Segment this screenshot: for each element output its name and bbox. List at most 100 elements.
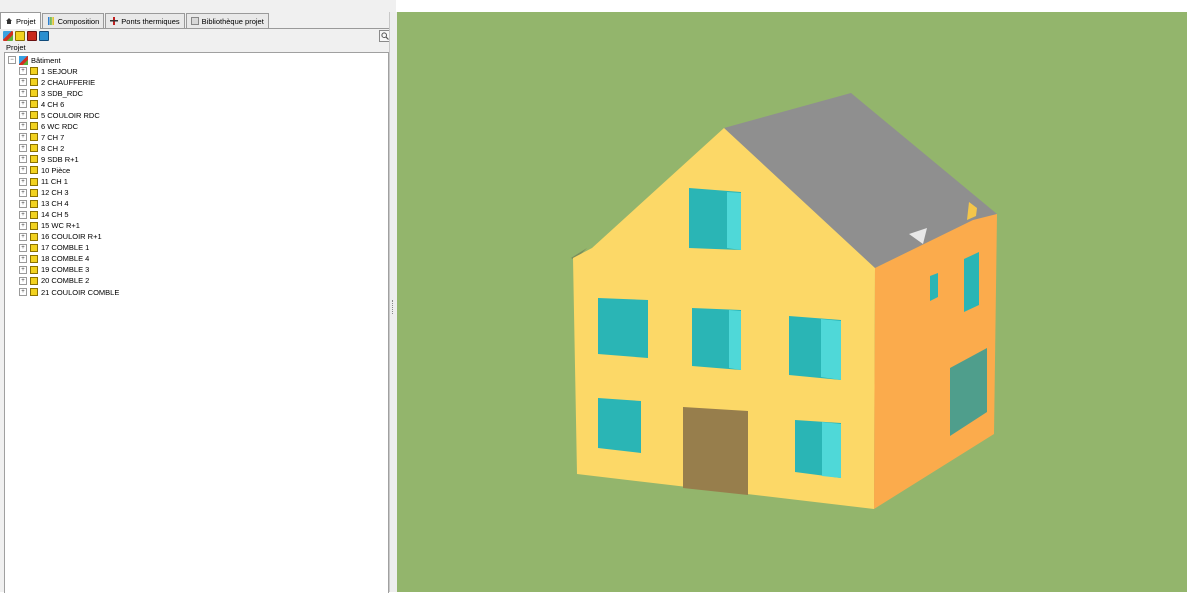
expand-icon[interactable]: + — [19, 243, 27, 252]
house-3d-model — [397, 12, 1187, 592]
expand-icon[interactable]: + — [19, 155, 27, 164]
room-icon[interactable] — [15, 30, 25, 41]
tree-item[interactable]: +17 COMBLE 1 — [19, 243, 89, 253]
room-icon — [30, 144, 38, 153]
tree-label: Bâtiment — [31, 55, 61, 65]
tab-bibliotheque-projet[interactable]: Bibliothèque projet — [185, 13, 269, 28]
room-icon — [30, 276, 38, 285]
tree-item[interactable]: +19 COMBLE 3 — [19, 265, 89, 275]
tree-label: 17 COMBLE 1 — [41, 243, 90, 253]
tree-item[interactable]: +13 CH 4 — [19, 199, 69, 209]
tree-label: 7 CH 7 — [41, 132, 65, 142]
expand-icon[interactable]: + — [19, 177, 27, 186]
toolbar — [0, 29, 397, 42]
room-icon — [30, 243, 38, 252]
room-icon — [30, 166, 38, 175]
expand-icon[interactable]: + — [19, 144, 27, 153]
tree-label: 6 WC RDC — [41, 121, 79, 131]
tab-composition[interactable]: Composition — [41, 13, 105, 28]
window-icon[interactable] — [39, 30, 49, 41]
layers-icon — [47, 17, 54, 25]
window — [930, 273, 938, 301]
room-icon — [30, 100, 38, 109]
expand-icon[interactable]: + — [19, 89, 27, 98]
building-icon[interactable] — [3, 30, 13, 41]
tree-item[interactable]: +4 CH 6 — [19, 99, 64, 109]
zone-icon[interactable] — [27, 30, 37, 41]
tree-item[interactable]: +6 WC RDC — [19, 121, 78, 131]
tree-item[interactable]: +14 CH 5 — [19, 210, 69, 220]
tree-item[interactable]: +15 WC R+1 — [19, 221, 80, 231]
expand-icon[interactable]: + — [19, 100, 27, 109]
expand-icon[interactable]: + — [19, 166, 27, 175]
expand-icon[interactable]: + — [19, 265, 27, 274]
house-icon — [6, 18, 12, 24]
expand-icon[interactable]: + — [19, 232, 27, 241]
tree-label: 12 CH 3 — [41, 188, 69, 198]
tree-item[interactable]: +9 SDB R+1 — [19, 154, 79, 164]
expand-icon[interactable]: + — [19, 288, 27, 296]
tree-label: 20 COMBLE 2 — [41, 276, 90, 286]
room-icon — [30, 210, 38, 219]
collapse-icon[interactable]: − — [8, 56, 16, 64]
tree-item[interactable]: +2 CHAUFFERIE — [19, 77, 95, 87]
expand-icon[interactable]: + — [19, 111, 27, 120]
tree-item[interactable]: +1 SEJOUR — [19, 66, 78, 76]
window — [964, 252, 979, 312]
tree-item[interactable]: +20 COMBLE 2 — [19, 276, 89, 286]
tree-item[interactable]: +5 COULOIR RDC — [19, 110, 100, 120]
tree-label: 2 CHAUFFERIE — [41, 77, 96, 87]
tab-label: Composition — [57, 16, 100, 26]
expand-icon[interactable]: + — [19, 210, 27, 219]
expand-icon[interactable]: + — [19, 254, 27, 263]
tree-item[interactable]: +10 Pièce — [19, 165, 70, 175]
room-icon — [30, 89, 38, 98]
tree-label: 18 COMBLE 4 — [41, 254, 90, 264]
tree-item[interactable]: +8 CH 2 — [19, 143, 64, 153]
expand-icon[interactable]: + — [19, 221, 27, 230]
panel-label: Projet — [6, 43, 26, 52]
expand-icon[interactable]: + — [19, 78, 27, 87]
tab-ponts-thermiques[interactable]: Ponts thermiques — [105, 13, 185, 28]
tree-root-batiment[interactable]: − Bâtiment — [8, 55, 61, 65]
magnifier-icon — [381, 32, 389, 40]
project-panel: Projet Composition Ponts thermiques Bibl… — [0, 0, 397, 593]
tree-label: 4 CH 6 — [41, 99, 65, 109]
3d-viewport[interactable] — [397, 12, 1187, 592]
project-tree[interactable]: − Bâtiment +1 SEJOUR +2 CHAUFFERIE +3 SDB_RD… — [4, 52, 389, 593]
tree-label: 15 WC R+1 — [41, 221, 80, 231]
window-glass — [822, 422, 841, 478]
expand-icon[interactable]: + — [19, 199, 27, 208]
tab-label: Bibliothèque projet — [201, 16, 264, 26]
splitter-grip[interactable] — [392, 300, 395, 314]
tree-item[interactable]: +16 COULOIR R+1 — [19, 232, 102, 242]
tree-item[interactable]: +21 COULOIR COMBLE — [19, 287, 119, 297]
building-icon — [19, 55, 28, 65]
tab-projet[interactable]: Projet — [0, 12, 41, 29]
window-glass — [729, 310, 741, 370]
window-glass — [727, 192, 741, 250]
tab-label: Projet — [16, 16, 36, 26]
thermal-bridge-icon — [110, 17, 119, 25]
tab-label: Ponts thermiques — [121, 16, 180, 26]
tree-item[interactable]: +18 COMBLE 4 — [19, 254, 89, 264]
room-icon — [30, 67, 38, 75]
expand-icon[interactable]: + — [19, 188, 27, 197]
tree-label: 1 SEJOUR — [41, 66, 78, 76]
window — [598, 298, 648, 358]
tree-item[interactable]: +3 SDB_RDC — [19, 88, 83, 98]
tree-label: 5 COULOIR RDC — [41, 110, 100, 120]
door — [683, 407, 748, 495]
room-icon — [30, 133, 38, 142]
tree-item[interactable]: +7 CH 7 — [19, 132, 64, 142]
tree-item[interactable]: +12 CH 3 — [19, 188, 69, 198]
room-icon — [30, 265, 38, 274]
tree-label: 3 SDB_RDC — [41, 88, 84, 98]
tree-label: 9 SDB R+1 — [41, 154, 79, 164]
tree-item[interactable]: +11 CH 1 — [19, 177, 68, 187]
expand-icon[interactable]: + — [19, 122, 27, 131]
room-icon — [30, 254, 38, 263]
expand-icon[interactable]: + — [19, 276, 27, 285]
expand-icon[interactable]: + — [19, 133, 27, 142]
expand-icon[interactable]: + — [19, 67, 27, 75]
